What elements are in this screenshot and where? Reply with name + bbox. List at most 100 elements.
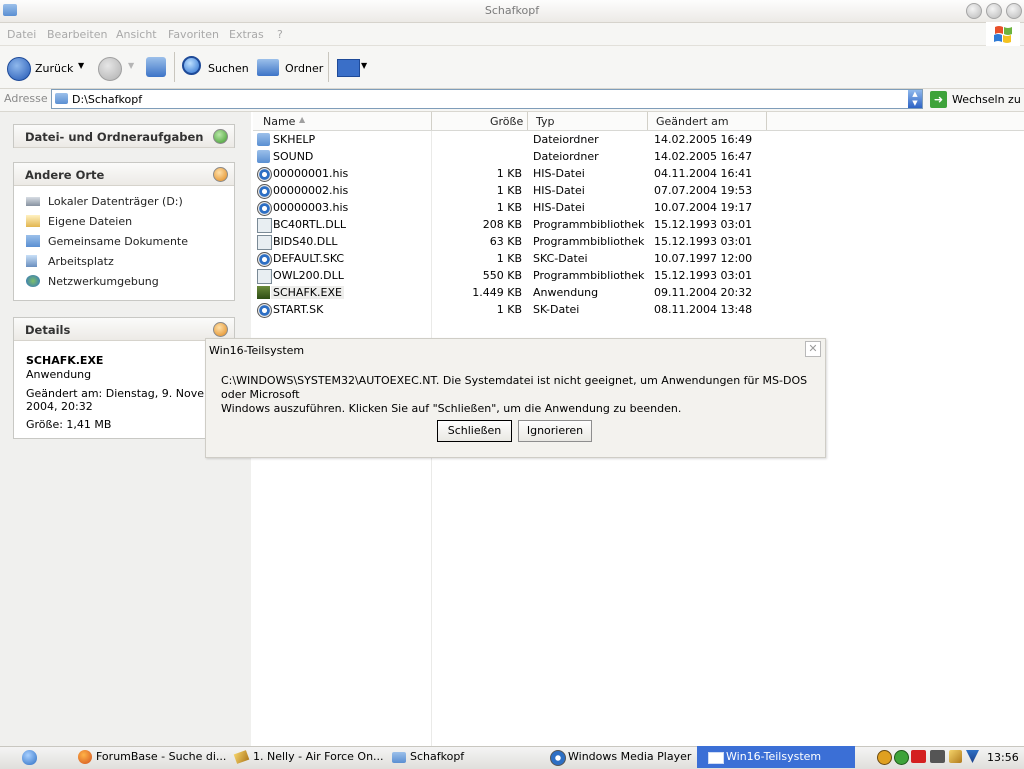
ignore-button[interactable]: Ignorieren (518, 420, 592, 442)
details-header[interactable]: Details (14, 318, 234, 341)
close-button[interactable] (1006, 3, 1022, 19)
menu-extras[interactable]: Extras (229, 28, 264, 41)
column-size[interactable]: Größe (490, 115, 523, 128)
table-row[interactable]: SOUND Dateiordner 14.02.2005 16:47 (253, 148, 853, 165)
address-dropdown-button[interactable]: ▲ ▼ (908, 90, 922, 108)
back-button-label[interactable]: Zurück (35, 62, 73, 75)
table-row[interactable]: SKHELP Dateiordner 14.02.2005 16:49 (253, 131, 853, 148)
details-panel: Details SCHAFK.EXE Anwendung Geändert am… (13, 317, 235, 439)
menu-help[interactable]: ? (277, 28, 283, 41)
clock: 13:56 (987, 751, 1019, 764)
address-value: D:\Schafkopf (72, 93, 143, 106)
minimize-button[interactable] (966, 3, 982, 19)
menu-bearbeiten[interactable]: Bearbeiten (47, 28, 107, 41)
folder-icon (55, 93, 68, 104)
folder-up-icon[interactable] (146, 57, 166, 77)
windows-logo-icon (986, 22, 1020, 48)
folder-icon (392, 752, 406, 763)
folder-icon (257, 133, 270, 146)
views-icon[interactable] (337, 59, 360, 77)
table-row[interactable]: BC40RTL.DLL 208 KB Programmbibliothek 15… (253, 216, 853, 233)
table-row-selected[interactable]: SCHAFK.EXE 1.449 KB Anwendung 09.11.2004… (253, 284, 853, 301)
media-file-icon (257, 184, 272, 199)
other-places-header[interactable]: Andere Orte (14, 163, 234, 186)
expand-icon[interactable] (213, 129, 228, 144)
column-type[interactable]: Typ (536, 115, 555, 128)
dialog-close-icon[interactable]: ✕ (805, 341, 821, 357)
search-button-label[interactable]: Suchen (208, 62, 249, 75)
task-media-player[interactable]: Windows Media Player (550, 746, 691, 768)
close-dialog-button[interactable]: Schließen (437, 420, 512, 442)
views-dropdown-icon[interactable]: ▼ (361, 61, 367, 70)
dialog-message: C:\WINDOWS\SYSTEM32\AUTOEXEC.NT. Die Sys… (221, 374, 808, 415)
folders-button-label[interactable]: Ordner (285, 62, 323, 75)
table-row[interactable]: 00000003.his 1 KB HIS-Datei 10.07.2004 1… (253, 199, 853, 216)
collapse-icon[interactable] (213, 167, 228, 182)
go-button-label[interactable]: Wechseln zu (952, 93, 1021, 106)
details-modified-cont: 2004, 20:32 (26, 400, 93, 413)
file-tasks-panel: Datei- und Ordneraufgaben (13, 124, 235, 148)
media-file-icon (257, 201, 272, 216)
address-input[interactable]: D:\Schafkopf ▲ ▼ (51, 89, 923, 109)
file-tasks-header[interactable]: Datei- und Ordneraufgaben (14, 125, 234, 148)
table-row[interactable]: BIDS40.DLL 63 KB Programmbibliothek 15.1… (253, 233, 853, 250)
media-file-icon (257, 303, 272, 318)
media-file-icon (257, 252, 272, 267)
task-win16[interactable]: Win16-Teilsystem (708, 746, 848, 768)
media-player-icon (550, 750, 566, 766)
shared-folder-icon (26, 235, 40, 247)
exe-file-icon (257, 286, 270, 299)
winamp-tray-icon[interactable] (949, 750, 962, 763)
window-title: Schafkopf (484, 4, 540, 17)
forward-arrow-icon[interactable] (98, 57, 122, 81)
toolbar: Zurück ▼ ▼ Suchen Ordner ▼ (0, 46, 1024, 89)
forward-dropdown-icon[interactable]: ▼ (128, 61, 134, 70)
details-name: SCHAFK.EXE (26, 354, 104, 367)
details-type: Anwendung (26, 368, 92, 381)
menu-bar: Datei Bearbeiten Ansicht Favoriten Extra… (0, 23, 1024, 46)
menu-favoriten[interactable]: Favoriten (168, 28, 219, 41)
search-icon[interactable] (182, 56, 201, 75)
dll-file-icon (257, 235, 272, 250)
column-modified[interactable]: Geändert am (656, 115, 729, 128)
title-bar: Schafkopf (0, 0, 1024, 23)
table-row[interactable]: 00000001.his 1 KB HIS-Datei 04.11.2004 1… (253, 165, 853, 182)
back-dropdown-icon[interactable]: ▼ (78, 61, 84, 70)
table-row[interactable]: START.SK 1 KB SK-Datei 08.11.2004 13:48 (253, 301, 853, 318)
details-title: Details (25, 323, 71, 337)
ati-icon[interactable] (911, 750, 926, 763)
go-arrow-icon[interactable]: ➜ (930, 91, 947, 108)
start-apple-icon[interactable] (22, 750, 37, 765)
tray-icon-2[interactable] (894, 750, 909, 765)
computer-icon (26, 255, 37, 267)
menu-datei[interactable]: Datei (7, 28, 36, 41)
table-row[interactable]: DEFAULT.SKC 1 KB SKC-Datei 10.07.1997 12… (253, 250, 853, 267)
task-firefox[interactable]: ForumBase - Suche di... (78, 746, 226, 768)
media-file-icon (257, 167, 272, 182)
other-places-panel: Andere Orte Lokaler Datenträger (D:) Eig… (13, 162, 235, 301)
drive-icon (26, 197, 40, 206)
table-row[interactable]: OWL200.DLL 550 KB Programmbibliothek 15.… (253, 267, 853, 284)
folder-icon (257, 150, 270, 163)
column-name[interactable]: Name (263, 115, 295, 128)
folders-icon[interactable] (257, 59, 279, 76)
menu-ansicht[interactable]: Ansicht (116, 28, 157, 41)
details-modified: Geändert am: Dienstag, 9. November (26, 387, 233, 400)
tray-icon-1[interactable] (877, 750, 892, 765)
task-explorer[interactable]: Schafkopf (392, 746, 532, 768)
network-icon (26, 275, 40, 287)
collapse-icon[interactable] (213, 322, 228, 337)
tray-icon-4[interactable] (930, 750, 945, 763)
maximize-button[interactable] (986, 3, 1002, 19)
firefox-icon (78, 750, 92, 764)
dialog-title: Win16-Teilsystem (209, 344, 305, 357)
winamp-icon (233, 750, 250, 764)
documents-folder-icon (26, 215, 40, 227)
back-arrow-icon[interactable] (7, 57, 31, 81)
task-winamp[interactable]: 1. Nelly - Air Force On... (233, 746, 384, 768)
column-header: Name ▲ Größe Typ Geändert am (253, 112, 1024, 131)
window-icon (708, 752, 724, 764)
table-row[interactable]: 00000002.his 1 KB HIS-Datei 07.07.2004 1… (253, 182, 853, 199)
address-label: Adresse (4, 92, 48, 105)
file-tasks-title: Datei- und Ordneraufgaben (25, 130, 204, 144)
